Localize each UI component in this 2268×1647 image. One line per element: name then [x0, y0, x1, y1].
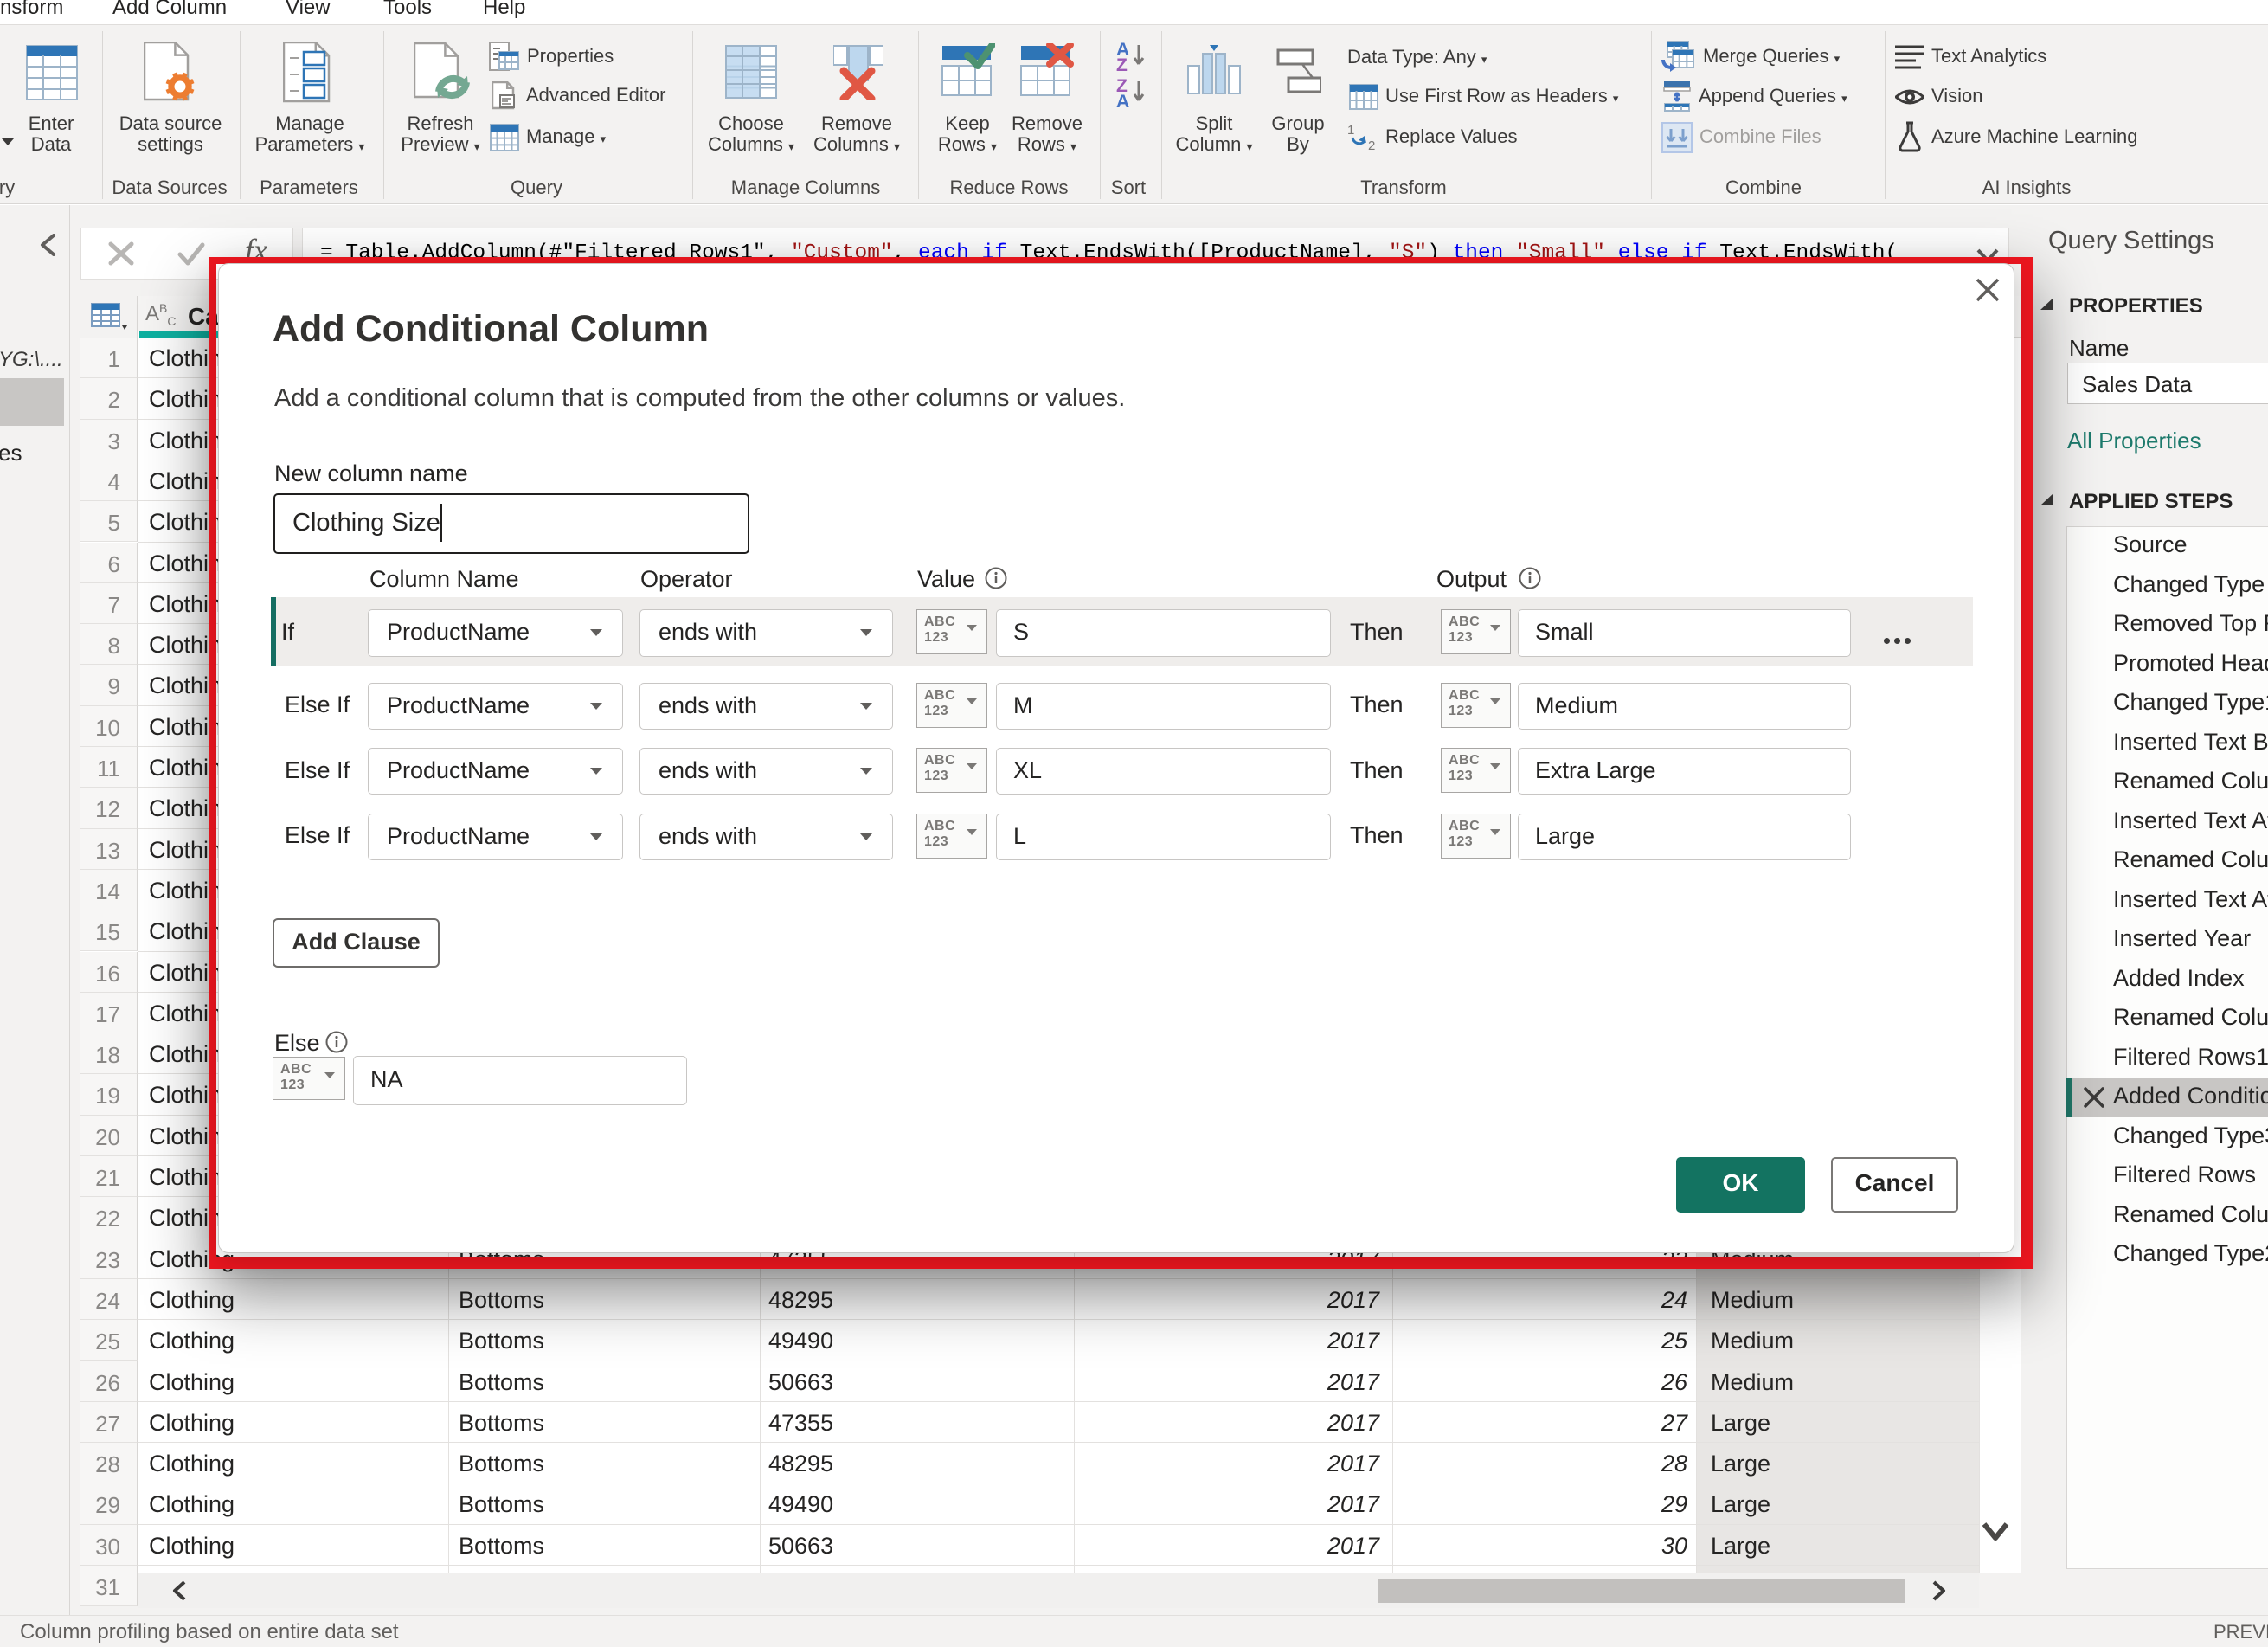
- svg-text:Z: Z: [1116, 55, 1128, 73]
- svg-text:1: 1: [1347, 124, 1354, 138]
- svg-text:A: A: [1116, 92, 1129, 109]
- svg-text:2: 2: [1368, 138, 1375, 151]
